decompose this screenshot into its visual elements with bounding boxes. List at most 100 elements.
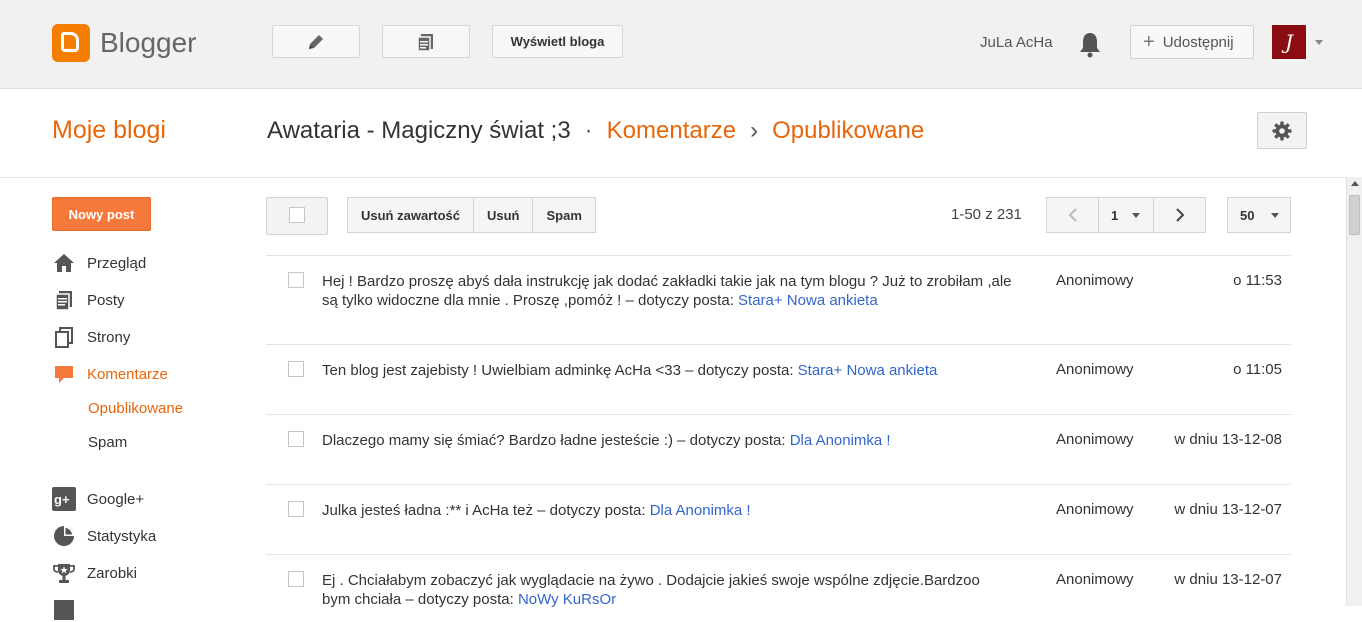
delete-content-button[interactable]: Usuń zawartość — [347, 197, 474, 233]
per-page-select[interactable]: 50 — [1227, 197, 1291, 233]
post-link[interactable]: Dla Anonimka ! — [650, 502, 751, 519]
sidebar-item-stats[interactable]: Statystyka — [52, 524, 156, 548]
spam-button[interactable]: Spam — [532, 197, 596, 233]
pages-icon — [52, 325, 76, 349]
account-chevron-down-icon[interactable] — [1315, 40, 1323, 45]
comment-date[interactable]: w dniu 13-12-07 — [1174, 571, 1282, 588]
row-checkbox[interactable] — [288, 431, 304, 447]
comment-row[interactable]: Julka jesteś ładna :** i AcHa też – doty… — [266, 484, 1291, 554]
notifications-bell-icon[interactable] — [1078, 30, 1102, 58]
chevron-down-icon — [1271, 212, 1280, 218]
settings-button[interactable] — [1257, 112, 1307, 149]
scroll-thumb[interactable] — [1349, 195, 1360, 235]
view-blog-button[interactable]: Wyświetl bloga — [492, 25, 623, 58]
sidebar-subitem-spam[interactable]: Spam — [88, 434, 127, 451]
select-all-checkbox[interactable] — [266, 197, 328, 235]
stats-icon — [52, 524, 76, 548]
pencil-icon — [309, 34, 323, 49]
comment-row[interactable]: Hej ! Bardzo proszę abyś dała instrukcję… — [266, 255, 1291, 344]
breadcrumb-published: Opublikowane — [772, 117, 925, 144]
per-page-value: 50 — [1240, 207, 1255, 223]
sidebar-item-posts[interactable]: Posty — [52, 288, 125, 312]
sidebar-item-label: Statystyka — [87, 527, 157, 545]
posts-icon — [417, 33, 433, 52]
comment-author[interactable]: Anonimowy — [1056, 501, 1134, 518]
delete-button[interactable]: Usuń — [472, 197, 534, 233]
google-plus-icon: g+ — [52, 487, 76, 511]
post-link[interactable]: Stara+ Nowa ankieta — [798, 362, 938, 379]
svg-text:g+: g+ — [54, 492, 70, 507]
comment-date[interactable]: w dniu 13-12-07 — [1174, 501, 1282, 518]
comment-author[interactable]: Anonimowy — [1056, 571, 1134, 588]
sidebar-item-earnings[interactable]: Zarobki — [52, 561, 137, 585]
app-name: Blogger — [100, 27, 197, 58]
pager: 1 — [1046, 197, 1206, 233]
my-blogs-link[interactable]: Moje blogi — [52, 116, 166, 145]
comment-text: Julka jesteś ładna :** i AcHa też – doty… — [322, 501, 1012, 520]
comment-author[interactable]: Anonimowy — [1056, 431, 1134, 448]
comment-date[interactable]: w dniu 13-12-08 — [1174, 431, 1282, 448]
gear-icon — [1272, 121, 1292, 140]
comment-body: Julka jesteś ładna :** i AcHa też — [322, 502, 533, 519]
checkbox-box — [289, 207, 305, 223]
comment-text: Ten blog jest zajebisty ! Uwielbiam admi… — [322, 361, 1012, 380]
new-post-button[interactable]: Nowy post — [52, 197, 151, 231]
user-name[interactable]: JuLa AcHa — [980, 34, 1053, 51]
layout-icon — [52, 598, 76, 622]
post-prefix: – dotyczy posta: — [401, 591, 518, 608]
page-scrollbar[interactable] — [1346, 177, 1362, 606]
breadcrumb-comments[interactable]: Komentarze — [607, 117, 736, 145]
chevron-down-icon — [1132, 212, 1141, 218]
pagination-range: 1-50 z 231 — [951, 206, 1022, 223]
posts-list-button[interactable] — [382, 25, 470, 58]
post-link[interactable]: Dla Anonimka ! — [790, 432, 891, 449]
sidebar-item-label: Komentarze — [87, 365, 168, 383]
comment-author[interactable]: Anonimowy — [1056, 272, 1134, 289]
comment-body: Dlaczego mamy się śmiać? Bardzo ładne je… — [322, 432, 673, 449]
comment-actions: Usuń zawartość Usuń Spam — [347, 197, 596, 233]
post-link[interactable]: Stara+ Nowa ankieta — [738, 292, 878, 309]
chevron-left-icon — [1068, 208, 1077, 222]
previous-page-button[interactable] — [1046, 197, 1099, 233]
comment-date[interactable]: o 11:05 — [1233, 361, 1282, 378]
breadcrumb-chevron: › — [750, 117, 759, 144]
breadcrumb: Awataria - Magiczny świat ;3 · Komentarz… — [267, 117, 924, 145]
next-page-button[interactable] — [1153, 197, 1206, 233]
scroll-up-arrow-icon[interactable] — [1351, 181, 1359, 186]
post-link[interactable]: NoWy KuRsOr — [518, 591, 616, 608]
blogger-logo-icon — [52, 24, 90, 62]
comment-text: Hej ! Bardzo proszę abyś dała instrukcję… — [322, 272, 1012, 310]
comment-text: Dlaczego mamy się śmiać? Bardzo ładne je… — [322, 431, 1012, 450]
comment-row[interactable]: Dlaczego mamy się śmiać? Bardzo ładne je… — [266, 414, 1291, 484]
sidebar-item-label: Przegląd — [87, 254, 147, 272]
blog-title[interactable]: Awataria - Magiczny świat ;3 — [267, 117, 571, 145]
sidebar-item-label: Posty — [87, 291, 125, 309]
avatar[interactable]: J — [1272, 25, 1306, 59]
sidebar-subitem-published[interactable]: Opublikowane — [88, 400, 183, 417]
sidebar-item-comments[interactable]: Komentarze — [52, 362, 168, 386]
sidebar-item-pages[interactable]: Strony — [52, 325, 130, 349]
comment-date[interactable]: o 11:53 — [1233, 272, 1282, 289]
home-icon — [52, 251, 76, 275]
sidebar-item-label: Strony — [87, 328, 131, 346]
blogger-logo[interactable]: Blogger — [52, 24, 197, 62]
new-post-pencil-button[interactable] — [272, 25, 360, 58]
row-checkbox[interactable] — [288, 501, 304, 517]
share-button[interactable]: + Udostępnij — [1130, 25, 1254, 59]
page-number: 1 — [1111, 207, 1119, 223]
row-checkbox[interactable] — [288, 272, 304, 288]
post-prefix: – dotyczy posta: — [672, 432, 790, 449]
comment-author[interactable]: Anonimowy — [1056, 361, 1134, 378]
comment-text: Ej . Chciałabym zobaczyć jak wyglądacie … — [322, 571, 1012, 609]
sidebar-item-overview[interactable]: Przegląd — [52, 251, 146, 275]
sidebar-item-partial[interactable] — [52, 598, 87, 622]
post-prefix: – dotyczy posta: — [680, 362, 798, 379]
row-checkbox[interactable] — [288, 361, 304, 377]
sidebar-item-google-plus[interactable]: g+ Google+ — [52, 487, 144, 511]
row-checkbox[interactable] — [288, 571, 304, 587]
comment-row[interactable]: Ten blog jest zajebisty ! Uwielbiam admi… — [266, 344, 1291, 414]
comment-body: Ten blog jest zajebisty ! Uwielbiam admi… — [322, 362, 681, 379]
page-select[interactable]: 1 — [1098, 197, 1154, 233]
trophy-icon — [52, 561, 76, 585]
chevron-right-icon — [1175, 208, 1184, 222]
